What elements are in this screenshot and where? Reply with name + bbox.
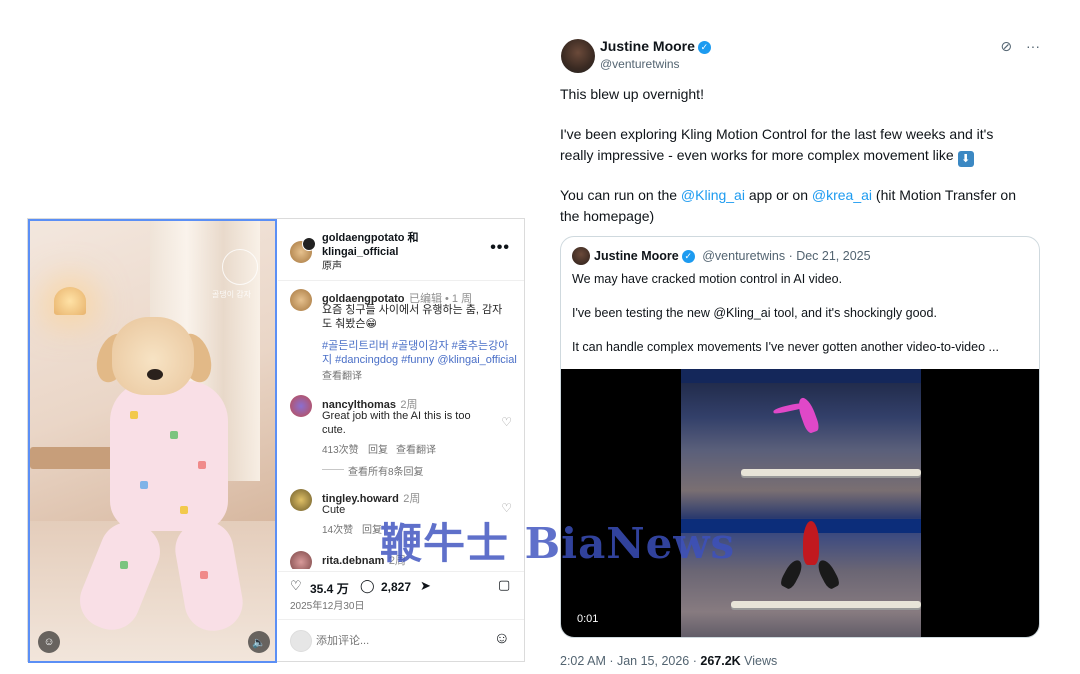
pajama-pattern <box>170 431 178 439</box>
cartoon-figure-leg <box>778 557 806 591</box>
tweet-line-3-text: app or on <box>744 187 812 203</box>
pajama-pattern <box>200 571 208 579</box>
down-arrow-emoji-icon: ⬇ <box>957 150 974 167</box>
quoted-video-player[interactable]: 0:01 <box>561 369 1039 637</box>
tweet-line-3b: the homepage) <box>560 207 655 224</box>
comment-translate-link[interactable]: 查看翻译 <box>396 441 436 456</box>
bookmark-icon[interactable]: ▢ <box>498 577 510 593</box>
tweet-paragraph-2: I've been exploring Kling Motion Control… <box>560 124 1040 167</box>
quoted-author-name[interactable]: Justine Moore <box>594 249 679 263</box>
bianews-watermark: 鞭牛士 BiaNews <box>380 519 736 568</box>
commenter-avatar[interactable] <box>290 551 312 569</box>
lamp-graphic <box>54 287 86 315</box>
post-date: 2025年12月30日 <box>290 601 365 612</box>
comment-reply-button[interactable]: 回复 <box>368 441 388 456</box>
cartoon-figure <box>803 521 819 565</box>
comment-reply-button[interactable]: 回复 <box>362 521 382 536</box>
comment-bubble-icon[interactable]: ◯ <box>360 578 375 594</box>
caption-text: 요즘 칭구들 사이에서 유행하는 춤, 감자도 춰봤슨😁 <box>322 304 503 330</box>
like-count[interactable]: 35.4 万 <box>310 580 349 597</box>
add-comment-input[interactable] <box>316 632 476 650</box>
comment-username[interactable]: rita.debnam <box>322 555 384 567</box>
table-graphic <box>30 447 122 469</box>
coauthor-avatar[interactable] <box>302 237 316 251</box>
pajama-pattern <box>198 461 206 469</box>
viewer-avatar <box>290 630 312 652</box>
comment-text: Great job with the AI this is too cute. <box>322 410 471 436</box>
tweet-line-3-text: (hit Motion Transfer on <box>872 187 1016 203</box>
tweet-paragraph-3: You can run on the @Kling_ai app or on @… <box>560 185 1040 226</box>
emoji-picker-icon[interactable]: ☺ <box>494 630 510 648</box>
post-header: goldaengpotato 和 klingai_official 原声 ••• <box>278 219 524 281</box>
caption-hashtags[interactable]: #골든리트리버 #골댕이감자 #춤추는강아지 #dancingdog #funn… <box>322 339 518 367</box>
replies-divider <box>322 469 344 470</box>
more-options-icon[interactable]: ••• <box>490 239 510 257</box>
video-timestamp: 0:01 <box>577 613 599 625</box>
quoted-handle-date: @venturetwins · Dec 21, 2025 <box>702 249 871 263</box>
post-actions-bar: ♡ 35.4 万 ◯ 2,827 ➤ ▢ <box>278 571 524 621</box>
tweet-line-3-text: You can run on the <box>560 187 681 203</box>
dog-head <box>112 317 194 395</box>
grok-icon[interactable]: ⊘ <box>1000 38 1012 54</box>
commenter-avatar[interactable] <box>290 395 312 417</box>
gymnastics-video-frame <box>681 369 921 637</box>
mention-kling-link[interactable]: @Kling_ai <box>681 187 745 203</box>
author-name-row[interactable]: Justine Moore ✓ <box>600 38 711 54</box>
caption-translate-link[interactable]: 查看翻译 <box>322 367 362 382</box>
comment-like-count[interactable]: 413次赞 <box>322 441 359 456</box>
like-heart-icon[interactable]: ♡ <box>290 578 302 594</box>
pajama-pattern <box>180 506 188 514</box>
comment-count[interactable]: 2,827 <box>381 580 411 594</box>
author-handle[interactable]: @venturetwins <box>600 57 680 71</box>
author-line-1[interactable]: goldaengpotato 和 <box>322 231 419 245</box>
views-label: Views <box>740 654 778 668</box>
share-send-icon[interactable]: ➤ <box>420 578 431 594</box>
caption-avatar[interactable] <box>290 289 312 311</box>
tweet-top-actions: ⊘ ··· <box>1000 38 1040 55</box>
view-replies-link[interactable]: 查看所有8条回复 <box>348 463 424 478</box>
comment-like-count[interactable]: 14次赞 <box>322 521 353 536</box>
pajama-pattern <box>130 411 138 419</box>
arena-banner <box>681 369 921 383</box>
tagged-user-icon[interactable]: ☺ <box>38 631 60 653</box>
add-comment-bar: ☺ <box>278 619 524 661</box>
quoted-paragraph-1: We may have cracked motion control in AI… <box>572 272 843 286</box>
like-comment-heart-icon[interactable]: ♡ <box>501 415 512 429</box>
quoted-paragraph-3: It can handle complex movements I've nev… <box>572 340 999 354</box>
pajama-pattern <box>120 561 128 569</box>
tweet-timestamp[interactable]: 2:02 AM · Jan 15, 2026 · <box>560 654 700 668</box>
mention-krea-link[interactable]: @krea_ai <box>812 187 872 203</box>
quoted-paragraph-2: I've been testing the new @Kling_ai tool… <box>572 306 937 320</box>
speaker-icon[interactable]: 🔈 <box>248 631 270 653</box>
cartoon-figure-leg <box>814 557 842 591</box>
views-count: 267.2K <box>700 654 741 668</box>
post-authors[interactable]: goldaengpotato 和 klingai_official <box>322 231 419 259</box>
post-media-video[interactable]: 골댕이 감자 ☺ 🔈 <box>28 219 277 663</box>
author-avatar[interactable] <box>561 39 595 73</box>
creator-logo-watermark <box>222 249 258 285</box>
tweet-line-1: This blew up overnight! <box>560 86 704 102</box>
verified-badge-icon: ✓ <box>697 41 711 54</box>
quoted-tweet[interactable]: Justine Moore ✓ @venturetwins · Dec 21, 2… <box>560 236 1040 638</box>
original-audio-label[interactable]: 原声 <box>322 257 342 272</box>
tweet-card: Justine Moore ✓ @venturetwins ⊘ ··· This … <box>548 26 1050 674</box>
dog-nose <box>147 369 163 380</box>
quoted-tweet-header: Justine Moore ✓ @venturetwins · Dec 21, 2… <box>594 249 871 263</box>
balance-beam <box>731 601 921 608</box>
commenter-avatar[interactable] <box>290 489 312 511</box>
dog-pajama-body <box>110 381 228 531</box>
gymnast-figure <box>795 395 821 435</box>
author-name[interactable]: Justine Moore <box>600 38 695 54</box>
instagram-post: 골댕이 감자 ☺ 🔈 goldaengpotato 和 klingai_offi… <box>27 218 525 663</box>
verified-badge-icon: ✓ <box>681 250 695 263</box>
quoted-author-avatar[interactable] <box>572 247 590 265</box>
balance-beam <box>741 469 921 476</box>
more-options-icon[interactable]: ··· <box>1026 38 1040 54</box>
tweet-line-2b: really impressive - even works for more … <box>560 146 954 163</box>
creator-watermark-text: 골댕이 감자 <box>212 290 252 299</box>
pajama-pattern <box>140 481 148 489</box>
tweet-footer: 2:02 AM · Jan 15, 2026 · 267.2K Views <box>560 654 777 668</box>
post-sidebar: goldaengpotato 和 klingai_official 原声 •••… <box>278 219 524 661</box>
tweet-line-2a: I've been exploring Kling Motion Control… <box>560 126 994 142</box>
